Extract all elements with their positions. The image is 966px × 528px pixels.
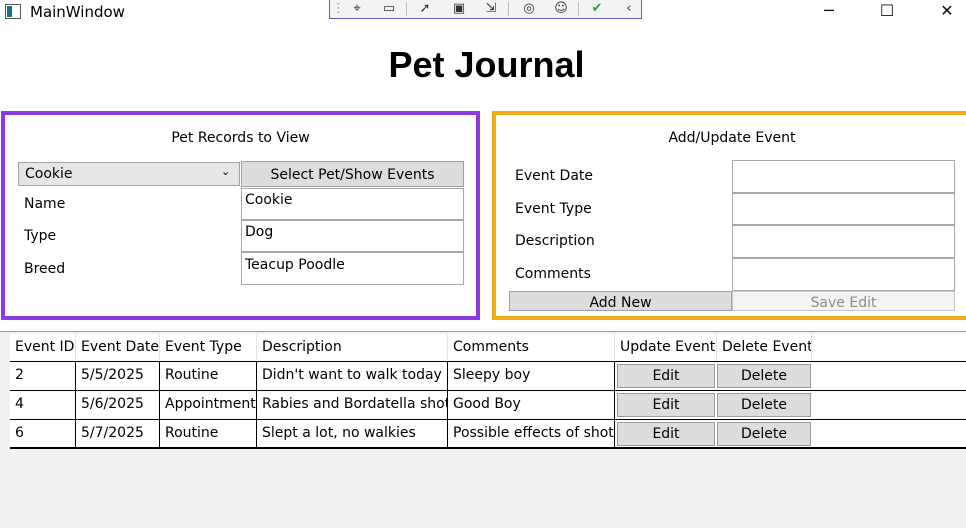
column-header-description[interactable]: Description: [257, 334, 448, 361]
event-id-cell[interactable]: 6: [10, 420, 76, 448]
window-title: MainWindow: [30, 3, 125, 21]
event-type-cell[interactable]: Appointment: [160, 391, 257, 419]
column-header-event-date[interactable]: Event Date: [76, 334, 160, 361]
column-header-comments[interactable]: Comments: [448, 334, 615, 361]
track-focus-icon[interactable]: ⇲: [480, 0, 502, 18]
pet-select-value: Cookie: [25, 166, 73, 182]
edit-button[interactable]: Edit: [617, 393, 715, 417]
breed-label: Breed: [24, 261, 66, 277]
table-row[interactable]: 4 5/6/2025 Appointment Rabies and Bordat…: [10, 390, 966, 420]
event-id-cell[interactable]: 2: [10, 362, 76, 390]
type-label: Type: [24, 228, 57, 244]
name-field[interactable]: Cookie: [241, 188, 464, 220]
description-field[interactable]: [732, 225, 955, 258]
chevron-down-icon: ⌄: [221, 165, 231, 178]
drag-handle-icon[interactable]: ⋮: [332, 0, 345, 18]
record-icon[interactable]: ▭: [378, 0, 400, 18]
close-button[interactable]: ✕: [924, 0, 966, 24]
delete-button[interactable]: Delete: [717, 422, 811, 446]
comments-cell[interactable]: Sleepy boy: [448, 362, 615, 390]
save-edit-button[interactable]: Save Edit: [732, 291, 955, 311]
column-header-delete-event[interactable]: Delete Event: [717, 334, 812, 361]
delete-button[interactable]: Delete: [717, 393, 811, 417]
pet-select-dropdown[interactable]: Cookie ⌄: [18, 162, 240, 186]
event-type-label: Event Type: [515, 201, 592, 217]
description-cell[interactable]: Didn't want to walk today: [257, 362, 448, 390]
checkmark-icon[interactable]: ✔: [586, 0, 608, 18]
table-bottom-border: [10, 447, 966, 449]
table-row[interactable]: 2 5/5/2025 Routine Didn't want to walk t…: [10, 361, 966, 391]
event-type-field[interactable]: [732, 193, 955, 225]
collapse-chevron-icon[interactable]: ‹: [618, 0, 640, 18]
pointer-icon[interactable]: ➚: [414, 0, 436, 18]
layout-adorner-icon[interactable]: ▣: [448, 0, 470, 18]
description-cell[interactable]: Slept a lot, no walkies: [257, 420, 448, 448]
edit-button[interactable]: Edit: [617, 422, 715, 446]
maximize-button[interactable]: ☐: [864, 0, 910, 24]
comments-cell[interactable]: Good Boy: [448, 391, 615, 419]
comments-field[interactable]: [732, 258, 955, 291]
description-cell[interactable]: Rabies and Bordatella shots: [257, 391, 448, 419]
comments-label: Comments: [515, 266, 591, 282]
edit-button[interactable]: Edit: [617, 364, 715, 388]
event-date-field[interactable]: [732, 160, 955, 193]
add-new-button[interactable]: Add New: [509, 291, 732, 311]
table-row[interactable]: 6 5/7/2025 Routine Slept a lot, no walki…: [10, 419, 966, 449]
event-type-cell[interactable]: Routine: [160, 362, 257, 390]
column-header-event-type[interactable]: Event Type: [160, 334, 257, 361]
hot-reload-icon[interactable]: ◎: [518, 0, 540, 18]
event-date-label: Event Date: [515, 168, 594, 184]
column-header-event-id[interactable]: Event ID: [10, 334, 76, 361]
accessibility-icon[interactable]: ☺: [550, 0, 572, 18]
event-id-cell[interactable]: 4: [10, 391, 76, 419]
events-table: Event ID Event Date Event Type Descripti…: [10, 334, 966, 449]
minimize-button[interactable]: ─: [806, 0, 852, 24]
event-type-cell[interactable]: Routine: [160, 420, 257, 448]
event-date-cell[interactable]: 5/5/2025: [76, 362, 160, 390]
event-panel-heading: Add/Update Event: [668, 130, 796, 146]
app-icon: [5, 4, 21, 19]
select-pet-button[interactable]: Select Pet/Show Events: [241, 161, 464, 187]
column-header-update-event[interactable]: Update Event: [615, 334, 717, 361]
event-date-cell[interactable]: 5/6/2025: [76, 391, 160, 419]
select-element-icon[interactable]: ⌖: [346, 0, 368, 18]
delete-button[interactable]: Delete: [717, 364, 811, 388]
event-date-cell[interactable]: 5/7/2025: [76, 420, 160, 448]
type-field[interactable]: Dog: [241, 220, 464, 252]
xaml-debug-toolbar: ⋮ ⌖ ▭ ➚ ▣ ⇲ ◎ ☺ ✔ ‹: [329, 0, 642, 19]
pet-panel-heading: Pet Records to View: [171, 130, 310, 146]
comments-cell[interactable]: Possible effects of shots: [448, 420, 615, 448]
name-label: Name: [24, 196, 66, 212]
breed-field[interactable]: Teacup Poodle: [241, 252, 464, 285]
page-title: Pet Journal: [388, 44, 585, 85]
description-label: Description: [515, 233, 595, 249]
